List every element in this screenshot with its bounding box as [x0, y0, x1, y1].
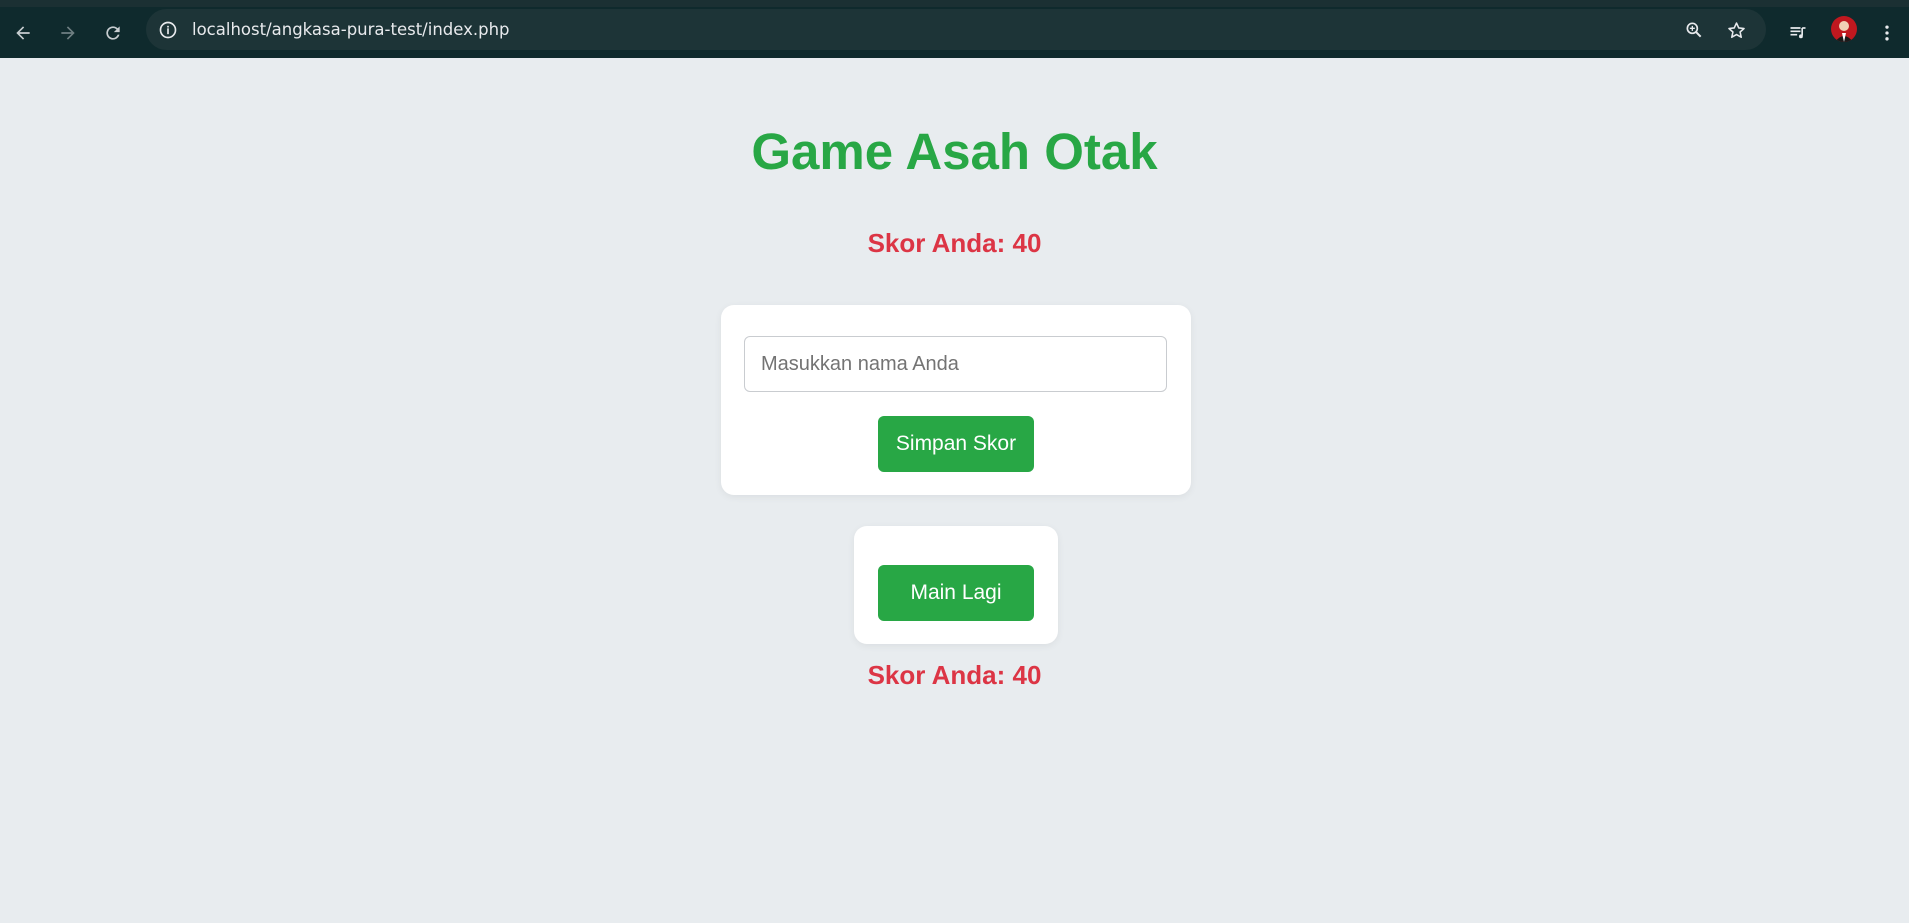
site-info-icon[interactable]	[156, 18, 180, 42]
play-again-button[interactable]: Main Lagi	[878, 565, 1034, 621]
url-text[interactable]: localhost/angkasa-pura-test/index.php	[192, 20, 510, 39]
name-input[interactable]	[744, 336, 1167, 392]
reload-icon[interactable]	[98, 18, 128, 48]
page-title: Game Asah Otak	[751, 123, 1158, 180]
score-display-top: Skor Anda: 40	[867, 228, 1042, 258]
play-again-card: Main Lagi	[854, 526, 1058, 644]
back-arrow-icon[interactable]	[8, 18, 38, 48]
media-queue-icon[interactable]	[1783, 18, 1813, 48]
bookmark-star-icon[interactable]	[1724, 18, 1748, 42]
zoom-icon[interactable]	[1682, 18, 1706, 42]
more-vert-icon[interactable]	[1872, 18, 1902, 48]
save-score-card: Simpan Skor	[721, 305, 1191, 495]
profile-avatar[interactable]	[1831, 16, 1857, 42]
browser-toolbar: localhost/angkasa-pura-test/index.php	[0, 0, 1909, 58]
save-score-button[interactable]: Simpan Skor	[878, 416, 1034, 472]
score-display-bottom: Skor Anda: 40	[867, 660, 1042, 690]
address-bar[interactable]: localhost/angkasa-pura-test/index.php	[146, 9, 1766, 50]
forward-arrow-icon[interactable]	[53, 18, 83, 48]
